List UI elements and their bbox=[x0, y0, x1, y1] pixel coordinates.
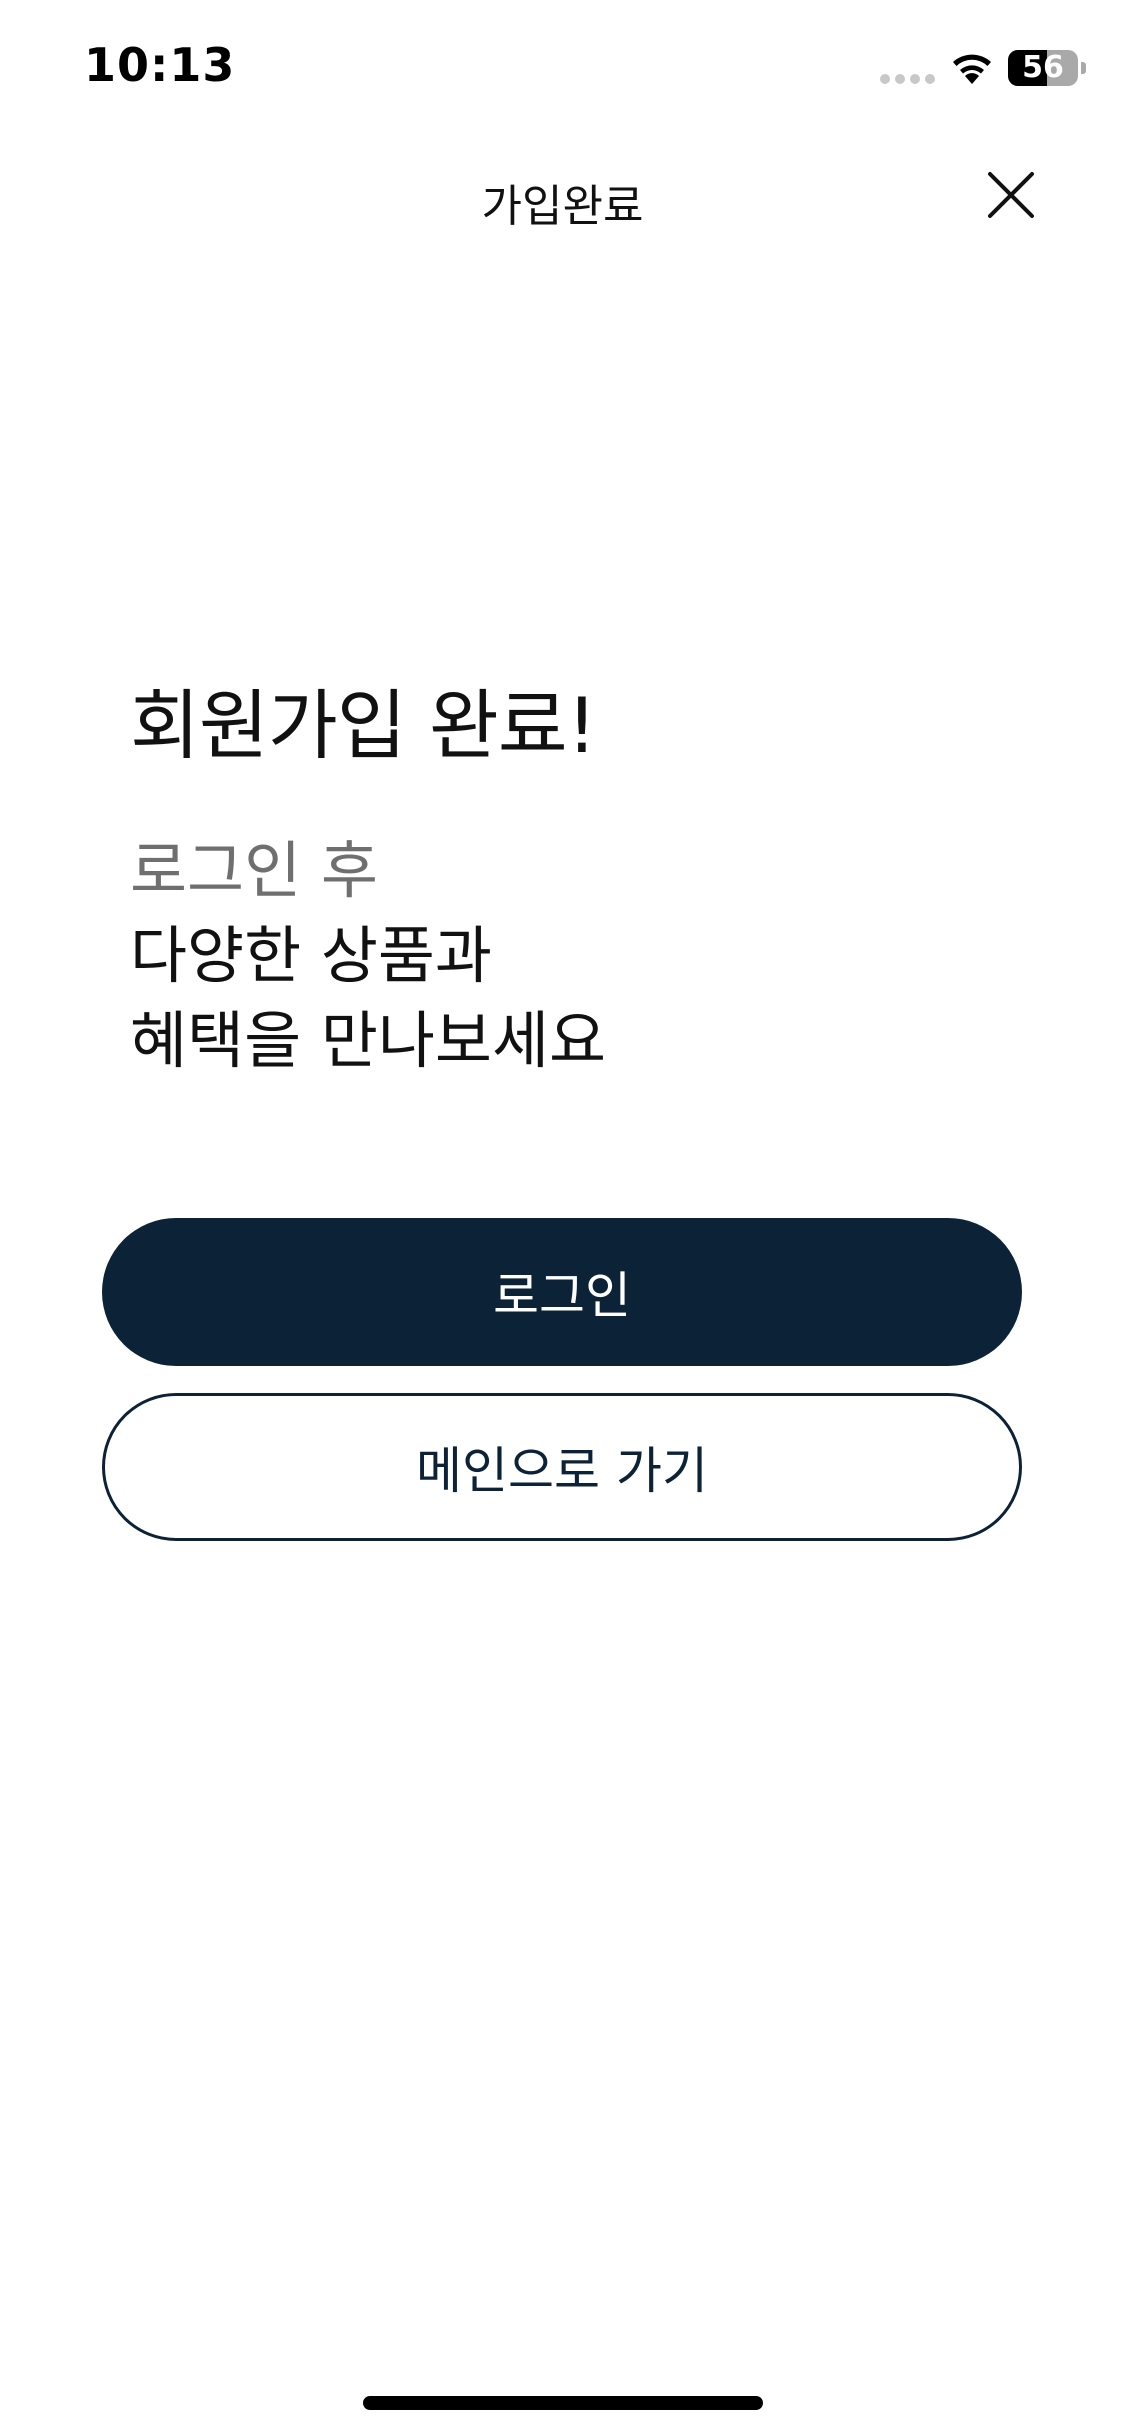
battery-level: 56 bbox=[1022, 50, 1064, 85]
status-time: 10:13 bbox=[84, 38, 236, 92]
cellular-signal-icon bbox=[880, 74, 936, 84]
close-icon bbox=[988, 172, 1034, 218]
go-main-button[interactable]: 메인으로 가기 bbox=[102, 1393, 1022, 1541]
login-button-label: 로그인 bbox=[493, 1267, 631, 1325]
go-main-button-label: 메인으로 가기 bbox=[416, 1442, 708, 1500]
subtitle-gray: 로그인 후 bbox=[130, 834, 378, 907]
wifi-icon bbox=[953, 54, 991, 84]
subtitle-line-2: 혜택을 만나보세요 bbox=[130, 1004, 607, 1077]
headline: 회원가입 완료! bbox=[130, 681, 597, 770]
navigation-bar: 가입완료 bbox=[0, 150, 1125, 250]
status-bar: 10:13 56 bbox=[0, 0, 1125, 140]
login-button[interactable]: 로그인 bbox=[102, 1218, 1022, 1366]
home-indicator bbox=[363, 2396, 763, 2410]
subtitle-line-1: 다양한 상품과 bbox=[130, 919, 492, 992]
page-title: 가입완료 bbox=[481, 181, 644, 232]
battery-cap bbox=[1081, 62, 1086, 74]
battery-icon: 56 bbox=[1008, 50, 1078, 86]
close-button[interactable] bbox=[976, 160, 1046, 230]
